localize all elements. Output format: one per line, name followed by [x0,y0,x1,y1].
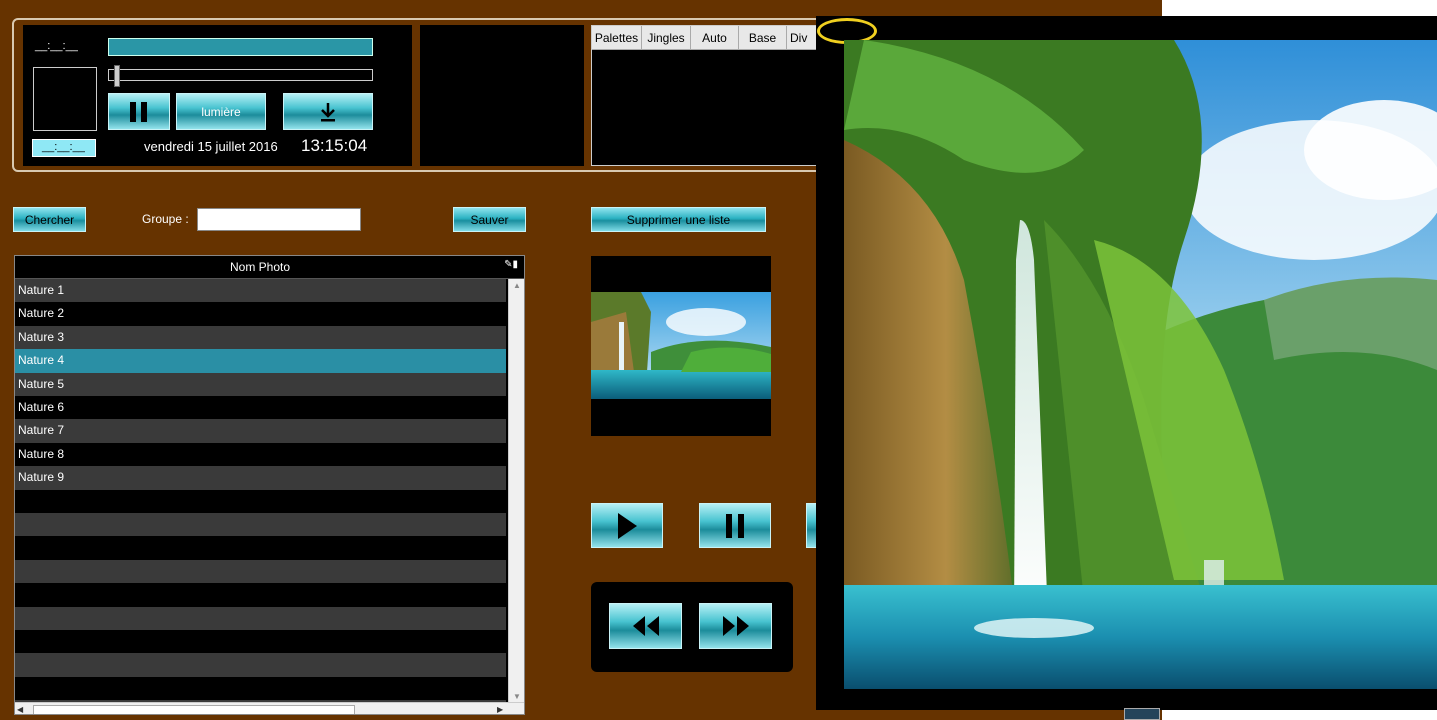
player-control-box: __:__:__ lumière __:__:__ vendredi 15 ju… [23,25,412,166]
photo-table: Nom Photo ✎▮ Nature 1 Nature 2 Nature 3 Nat… [14,255,525,715]
table-row[interactable] [15,513,506,537]
position-slider[interactable] [108,65,373,87]
tab-auto[interactable]: Auto [691,26,739,50]
table-row[interactable] [15,653,506,677]
table-row[interactable]: Nature 9 [15,466,506,490]
light-button[interactable]: lumière [176,93,266,130]
table-row[interactable]: Nature 6 [15,396,506,420]
remaining-time: __:__:__ [42,141,85,153]
rewind-icon [632,616,659,636]
table-row[interactable] [15,583,506,607]
secondary-display [420,25,584,166]
table-row[interactable]: Nature 1 [15,279,506,303]
save-button[interactable]: Sauver [453,207,526,232]
download-button[interactable] [283,93,373,130]
table-row[interactable] [15,676,506,701]
horizontal-scrollbar[interactable]: ◀ ▶ [15,702,524,714]
group-label: Groupe : [142,212,189,226]
pause-icon [130,101,147,122]
delete-list-button[interactable]: Supprimer une liste [591,207,766,232]
rewind-button[interactable] [609,603,682,649]
tab-jingles[interactable]: Jingles [642,26,691,50]
fullscreen-photo [844,40,1437,689]
table-header: Nom Photo ✎▮ [15,256,524,279]
table-row[interactable]: Nature 8 [15,442,506,467]
search-button[interactable]: Chercher [13,207,86,232]
pause-playback-button[interactable] [699,503,771,548]
thumbnail-image [591,292,771,399]
current-clock: 13:15:04 [301,136,368,155]
tabs-panel: Palettes Jingles Auto Base Div [591,25,832,166]
fast-forward-button[interactable] [699,603,772,649]
scroll-up-arrow[interactable]: ▲ [509,279,524,293]
download-icon [321,102,335,121]
table-row[interactable]: Nature 7 [15,419,506,443]
elapsed-time: __:__:__ [35,40,78,52]
table-row[interactable] [15,536,506,560]
table-row[interactable]: Nature 3 [15,325,506,350]
seek-panel [591,582,793,672]
table-row[interactable] [15,630,506,654]
table-row[interactable]: Nature 2 [15,302,506,326]
remaining-time-box: __:__:__ [32,139,96,157]
viewer-corner-tab [1124,708,1160,720]
pause-button[interactable] [108,93,170,130]
tab-base[interactable]: Base [739,26,787,50]
level-bar [108,38,373,56]
current-date: vendredi 15 juillet 2016 [144,139,278,154]
vertical-scrollbar[interactable]: ▲ ▼ [508,279,524,704]
scroll-left-arrow[interactable]: ◀ [17,703,23,714]
table-body: Nature 1 Nature 2 Nature 3 Nature 4 Nature 5… [15,279,506,714]
thumbnail-frame [591,256,771,436]
table-row[interactable] [15,606,506,630]
photo-viewer-window [816,16,1437,710]
scroll-thumb[interactable] [33,705,355,714]
fast-forward-icon [722,616,749,636]
pause-icon [726,513,744,538]
preview-box [33,67,97,131]
table-row[interactable]: Nature 4 [15,349,506,373]
table-row[interactable] [15,489,506,513]
table-row[interactable]: Nature 5 [15,372,506,396]
column-settings-icon[interactable]: ✎▮ [504,259,518,270]
play-icon [618,512,637,539]
column-name-header[interactable]: Nom Photo [15,260,505,274]
slider-knob[interactable] [114,65,121,87]
group-input[interactable] [197,208,361,231]
scroll-right-arrow[interactable]: ▶ [497,703,503,714]
tab-palettes[interactable]: Palettes [592,26,642,50]
play-button[interactable] [591,503,663,548]
table-row[interactable] [15,559,506,584]
